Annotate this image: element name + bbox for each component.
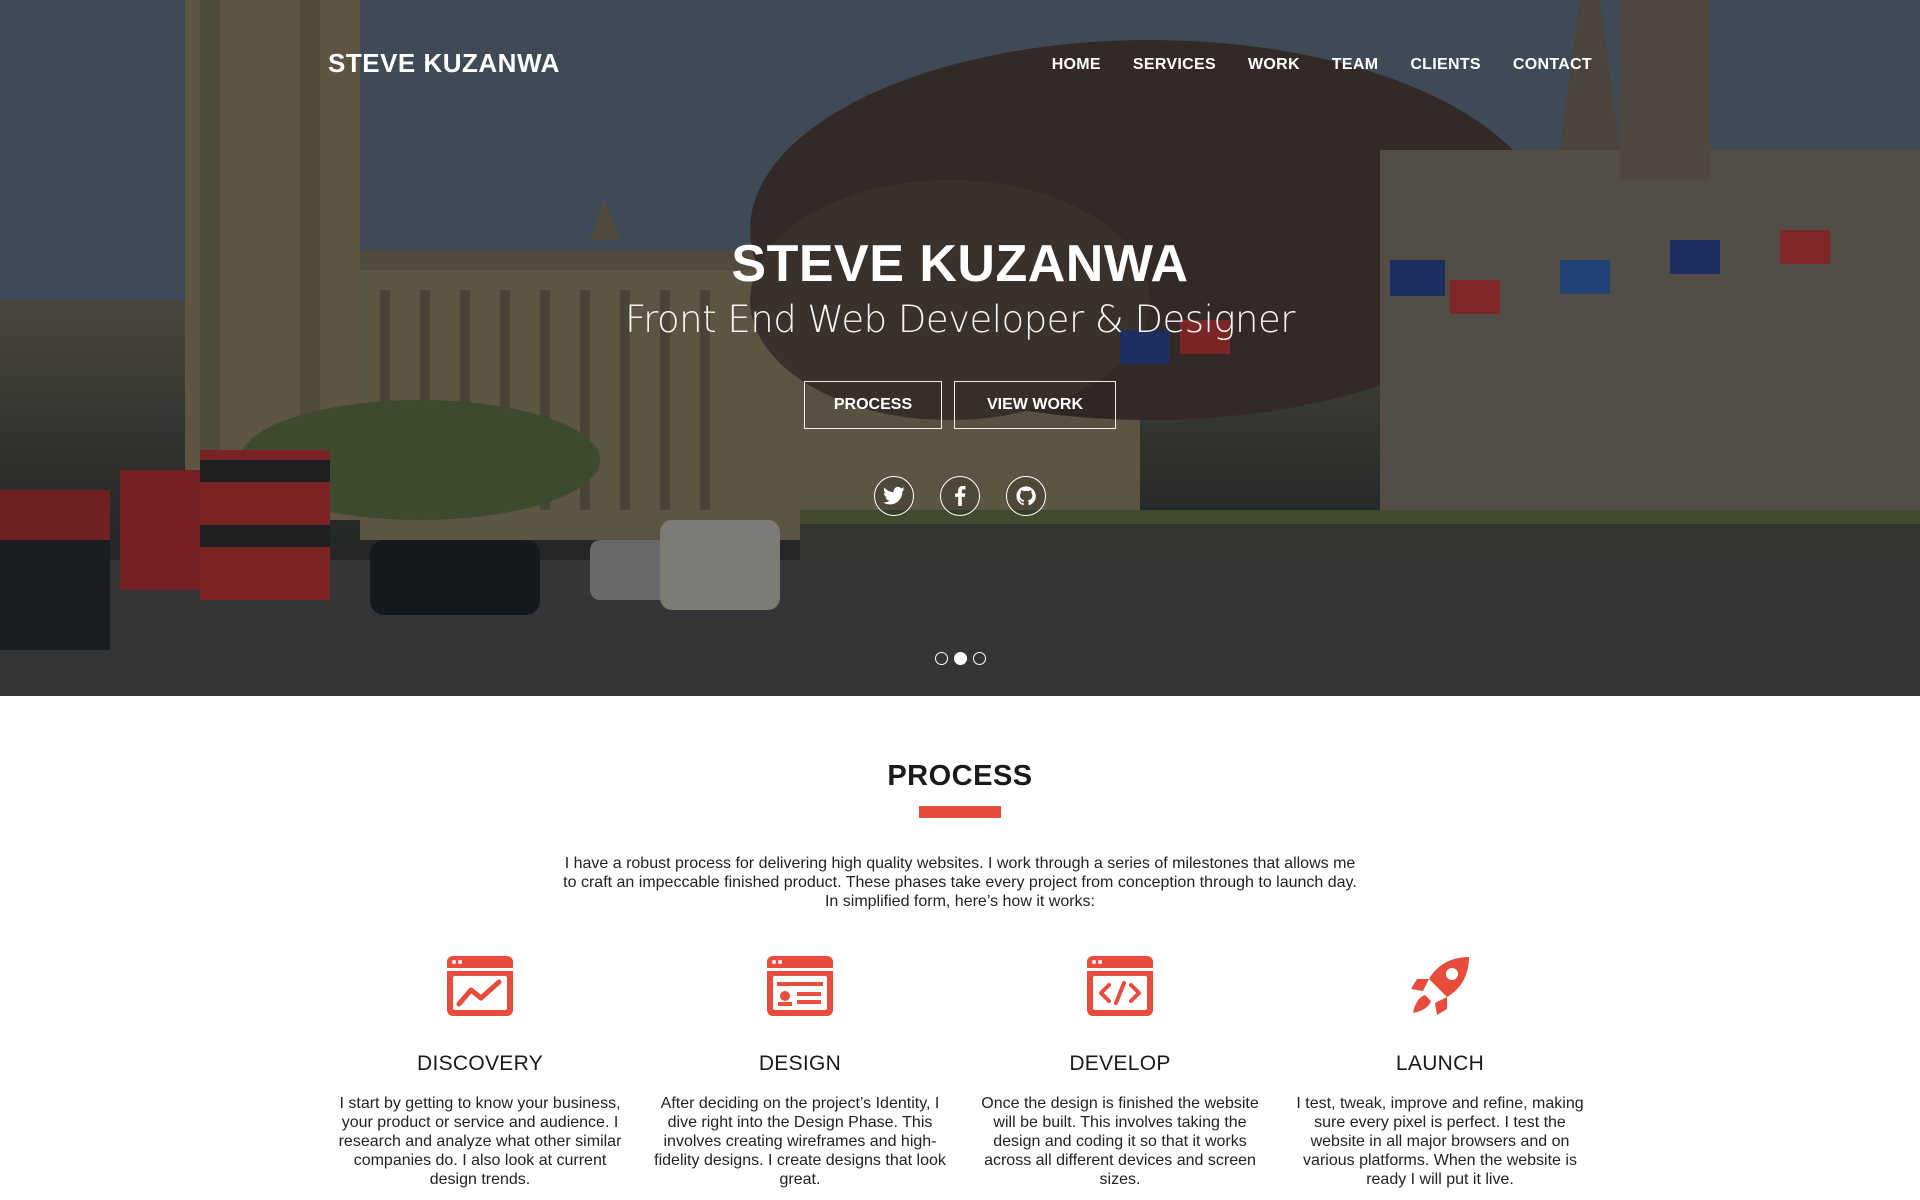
view-work-button[interactable]: VIEW WORK [954, 381, 1116, 429]
step-text-discovery: I start by getting to know your business… [338, 1095, 622, 1188]
slider-dot-2-active[interactable] [953, 652, 967, 665]
step-title-discovery: DISCOVERY [416, 1052, 543, 1075]
code-window-icon [1087, 956, 1153, 1016]
nav-home[interactable]: HOME [1052, 56, 1101, 74]
step-discovery: DISCOVERY I start by getting to know you… [320, 954, 640, 1189]
slider-dot-3[interactable] [972, 652, 986, 665]
intro-line-1: I have a robust process for delivering h… [564, 855, 1356, 872]
intro-line-2: to craft an impeccable finished product.… [563, 874, 1357, 891]
step-launch: LAUNCH I test, tweak, improve and refine… [1280, 954, 1600, 1189]
slider-dot-1[interactable] [934, 652, 948, 665]
hero-banner: STEVE KUZANWA HOME SERVICES WORK TEAM CL… [0, 0, 1920, 696]
rocket-icon [1411, 957, 1469, 1015]
nav-team[interactable]: TEAM [1332, 56, 1379, 74]
step-title-develop: DEVELOP [1069, 1052, 1171, 1075]
nav-work[interactable]: WORK [1248, 56, 1300, 74]
facebook-link[interactable] [940, 476, 980, 516]
intro-line-3: In simplified form, here’s how it works: [824, 893, 1095, 910]
process-intro: I have a robust process for delivering h… [560, 854, 1360, 911]
site-logo[interactable]: STEVE KUZANWA [328, 48, 560, 79]
process-button[interactable]: PROCESS [804, 381, 942, 429]
facebook-icon [955, 486, 966, 506]
social-links [0, 476, 1920, 516]
title-underline [919, 806, 1001, 818]
process-steps: DISCOVERY I start by getting to know you… [320, 954, 1600, 1189]
step-title-design: DESIGN [758, 1052, 842, 1075]
nav-services[interactable]: SERVICES [1133, 56, 1216, 74]
step-develop: DEVELOP Once the design is finished the … [960, 954, 1280, 1189]
twitter-link[interactable] [874, 476, 914, 516]
slider-pagination [0, 652, 1920, 665]
github-icon [1016, 486, 1036, 506]
process-title: PROCESS [887, 760, 1033, 792]
nav-clients[interactable]: CLIENTS [1410, 56, 1481, 74]
hero-dark-overlay [0, 0, 1920, 696]
hero-buttons: PROCESS VIEW WORK [0, 381, 1920, 429]
design-window-icon [767, 956, 833, 1016]
analytics-window-icon [447, 956, 513, 1016]
step-design: DESIGN After deciding on the project’s I… [640, 954, 960, 1189]
main-navigation: HOME SERVICES WORK TEAM CLIENTS CONTACT [1052, 56, 1592, 74]
step-text-launch: I test, tweak, improve and refine, makin… [1296, 1095, 1584, 1188]
twitter-icon [883, 486, 905, 505]
step-title-launch: LAUNCH [1395, 1052, 1485, 1075]
nav-contact[interactable]: CONTACT [1513, 56, 1592, 74]
github-link[interactable] [1006, 476, 1046, 516]
step-text-develop: Once the design is finished the website … [981, 1095, 1259, 1188]
hero-subtitle: Front End Web Developer & Designer [625, 298, 1295, 341]
hero-title: STEVE KUZANWA [731, 235, 1189, 293]
step-text-design: After deciding on the project’s Identity… [654, 1095, 946, 1188]
